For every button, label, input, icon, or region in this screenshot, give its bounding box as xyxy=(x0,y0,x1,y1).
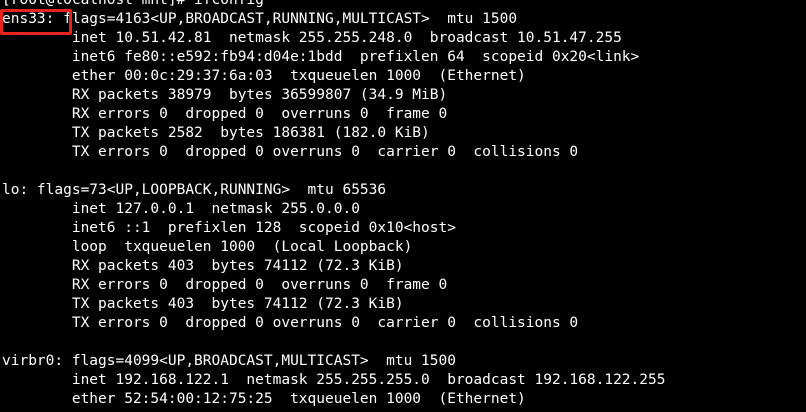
terminal-line-lo-header: lo: flags=73<UP,LOOPBACK,RUNNING> mtu 65… xyxy=(2,182,387,198)
terminal-line-prompt: [root@localhost mnt]# ifconfig xyxy=(2,0,264,8)
terminal-line: TX errors 0 dropped 0 overruns 0 carrier… xyxy=(2,315,579,331)
terminal-line: inet 10.51.42.81 netmask 255.255.248.0 b… xyxy=(2,30,622,46)
terminal-window[interactable]: [root@localhost mnt]# ifconfig ens33: fl… xyxy=(0,0,806,412)
terminal-output: [root@localhost mnt]# ifconfig ens33: fl… xyxy=(2,0,665,409)
terminal-line: RX errors 0 dropped 0 overruns 0 frame 0 xyxy=(2,106,448,122)
terminal-line: TX errors 0 dropped 0 overruns 0 carrier… xyxy=(2,144,579,160)
terminal-line: RX errors 0 dropped 0 overruns 0 frame 0 xyxy=(2,277,448,293)
terminal-line: TX packets 403 bytes 74112 (72.3 KiB) xyxy=(2,296,404,312)
terminal-line: inet6 fe80::e592:fb94:d04e:1bdd prefixle… xyxy=(2,49,640,65)
terminal-line: ether 00:0c:29:37:6a:03 txqueuelen 1000 … xyxy=(2,68,526,84)
terminal-line-virbr0-header: virbr0: flags=4099<UP,BROADCAST,MULTICAS… xyxy=(2,353,456,369)
terminal-line: inet 192.168.122.1 netmask 255.255.255.0… xyxy=(2,372,666,388)
terminal-line: inet6 ::1 prefixlen 128 scopeid 0x10<hos… xyxy=(2,220,456,236)
terminal-line: ether 52:54:00:12:75:25 txqueuelen 1000 … xyxy=(2,391,526,407)
terminal-line: inet 127.0.0.1 netmask 255.0.0.0 xyxy=(2,201,360,217)
terminal-line: RX packets 38979 bytes 36599807 (34.9 Mi… xyxy=(2,87,448,103)
terminal-line: RX packets 403 bytes 74112 (72.3 KiB) xyxy=(2,258,404,274)
terminal-line: loop txqueuelen 1000 (Local Loopback) xyxy=(2,239,413,255)
terminal-line-ens33-header: ens33: flags=4163<UP,BROADCAST,RUNNING,M… xyxy=(2,11,518,27)
terminal-line: TX packets 2582 bytes 186381 (182.0 KiB) xyxy=(2,125,430,141)
